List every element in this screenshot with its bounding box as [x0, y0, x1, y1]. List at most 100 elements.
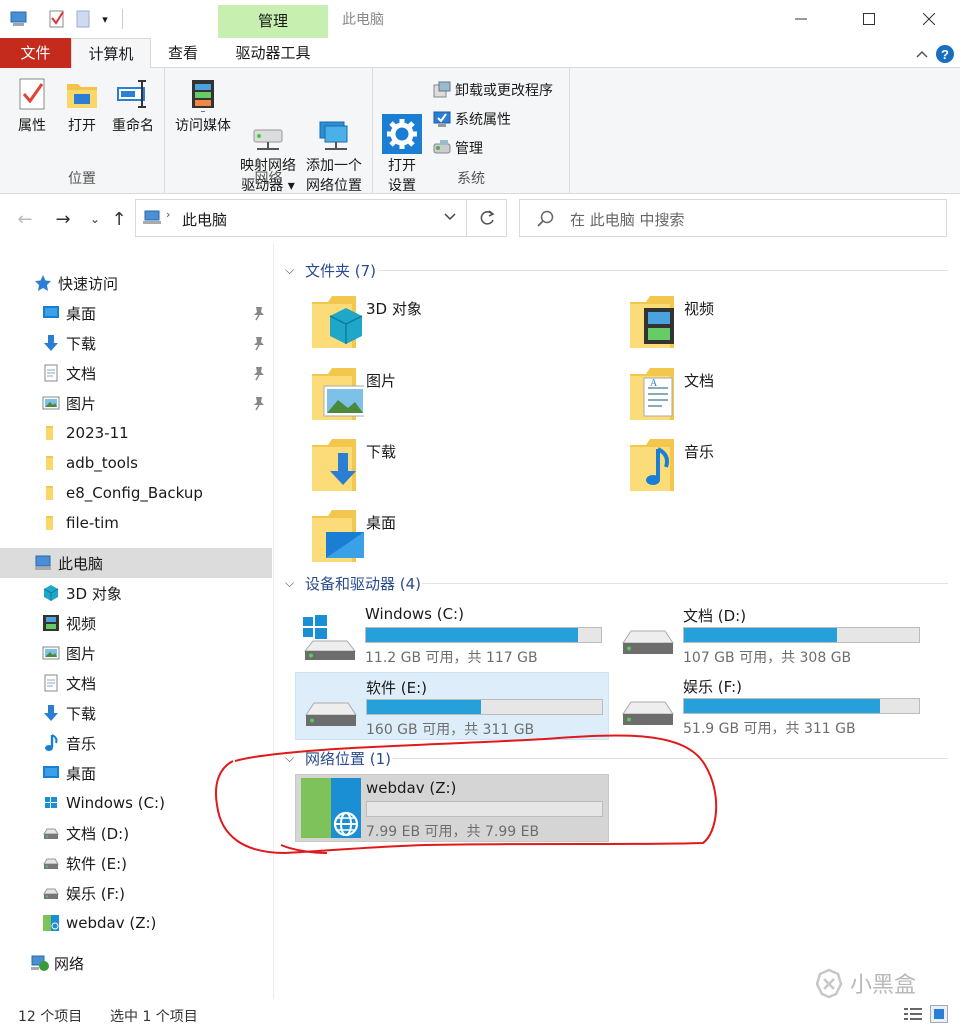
address-bar[interactable]: › 此电脑	[135, 199, 467, 237]
nav-quick-access[interactable]: 快速访问	[0, 268, 272, 298]
nav-label: e8_Config_Backup	[66, 484, 203, 502]
maximize-button[interactable]	[846, 0, 892, 38]
nav-this-pc[interactable]: 此电脑	[0, 548, 272, 578]
folder-downloads[interactable]: 下载	[300, 433, 600, 499]
large-icons-view-icon[interactable]	[930, 1005, 948, 1023]
breadcrumb-current[interactable]: 此电脑	[182, 209, 227, 230]
selection-count: 选中 1 个项目	[110, 1009, 198, 1025]
download-folder-icon	[308, 435, 364, 495]
nav-network[interactable]: 网络	[0, 948, 272, 978]
minimize-button[interactable]	[778, 0, 824, 38]
tab-file[interactable]: 文件	[0, 38, 71, 68]
pin-icon[interactable]	[252, 305, 266, 321]
system-properties-label: 系统属性	[455, 112, 511, 128]
nav-label: 桌面	[66, 764, 97, 783]
properties-label: 属性	[18, 118, 46, 134]
nav-quick-item-4[interactable]: 2023-11	[0, 418, 272, 448]
nav-label: 此电脑	[58, 554, 104, 573]
folder-desktop[interactable]: 桌面	[300, 504, 600, 570]
manage-button[interactable]: 管理	[433, 136, 483, 160]
xiaoheihe-logo-icon	[815, 968, 843, 998]
folder-documents[interactable]: A 文档	[618, 362, 918, 428]
nav-pc-item-2[interactable]: 图片	[0, 638, 272, 668]
manage-label: 管理	[455, 141, 483, 157]
drives-section-header[interactable]: ⌵ 设备和驱动器 (4)	[285, 572, 421, 594]
tab-drive-tools[interactable]: 驱动器工具	[219, 38, 327, 68]
picture-icon	[42, 394, 60, 412]
folder-label: 桌面	[366, 514, 397, 532]
computer-icon	[142, 210, 162, 226]
rename-button[interactable]: 重命名	[108, 74, 158, 136]
back-arrow-icon[interactable]: ←	[14, 208, 36, 230]
document-folder-icon: A	[626, 364, 682, 424]
nav-label: 桌面	[66, 304, 97, 323]
divider	[422, 583, 948, 584]
close-button[interactable]	[906, 0, 952, 38]
system-properties-button[interactable]: 系统属性	[433, 107, 511, 131]
drive-tile-1[interactable]: 文档 (D:) 107 GB 可用，共 308 GB	[613, 601, 927, 669]
drive-capacity: 11.2 GB 可用，共 117 GB	[365, 650, 538, 666]
drive-tile-0[interactable]: Windows (C:) 11.2 GB 可用，共 117 GB	[295, 601, 609, 669]
network-drive-icon	[42, 914, 60, 932]
properties-quick-icon[interactable]	[46, 8, 68, 30]
customize-toolbar-icon[interactable]: ▾	[94, 8, 116, 30]
folders-section-header[interactable]: ⌵ 文件夹 (7)	[285, 259, 376, 281]
desktop-icon	[42, 304, 60, 322]
nav-quick-item-6[interactable]: e8_Config_Backup	[0, 478, 272, 508]
forward-arrow-icon[interactable]: →	[52, 208, 74, 230]
nav-label: 娱乐 (F:)	[66, 884, 125, 903]
nav-quick-item-5[interactable]: adb_tools	[0, 448, 272, 478]
pin-icon[interactable]	[252, 365, 266, 381]
nav-pc-item-4[interactable]: 下载	[0, 698, 272, 728]
nav-label: 图片	[66, 644, 97, 663]
nav-quick-item-1[interactable]: 下载	[0, 328, 272, 358]
folder-pictures[interactable]: 图片	[300, 362, 600, 428]
help-icon[interactable]: ?	[935, 44, 955, 64]
rename-label: 重命名	[112, 118, 154, 134]
details-view-icon[interactable]	[904, 1007, 922, 1021]
picture-icon	[42, 644, 60, 662]
nav-pc-item-1[interactable]: 视频	[0, 608, 272, 638]
recent-locations-chevron-icon[interactable]: ⌄	[84, 208, 106, 230]
refresh-button[interactable]	[467, 199, 507, 237]
nav-pc-item-0[interactable]: 3D 对象	[0, 578, 272, 608]
pin-icon[interactable]	[252, 335, 266, 351]
search-input[interactable]: 在 此电脑 中搜索	[519, 199, 947, 237]
nav-quick-item-0[interactable]: 桌面	[0, 298, 272, 328]
windows-drive-icon	[42, 794, 60, 812]
access-media-button[interactable]: ▾ 访问媒体	[170, 74, 236, 136]
nav-quick-item-2[interactable]: 文档	[0, 358, 272, 388]
nav-quick-item-7[interactable]: file-tim	[0, 508, 272, 538]
nav-pc-item-11[interactable]: webdav (Z:)	[0, 908, 272, 938]
computer-icon	[8, 8, 30, 30]
tab-view[interactable]: 查看	[152, 38, 214, 68]
tab-manage[interactable]: 管理	[218, 5, 328, 38]
collapse-ribbon-icon[interactable]	[912, 44, 932, 64]
nav-label: Windows (C:)	[66, 794, 165, 812]
folder-3d-objects[interactable]: 3D 对象	[300, 290, 600, 356]
open-label: 打开	[68, 118, 96, 134]
properties-button[interactable]: 属性	[10, 74, 54, 136]
new-folder-quick-icon[interactable]	[72, 8, 94, 30]
nav-quick-item-3[interactable]: 图片	[0, 388, 272, 418]
folder-icon	[42, 484, 60, 502]
nav-label: 网络	[54, 954, 85, 973]
folder-videos[interactable]: 视频	[618, 290, 918, 356]
up-arrow-icon[interactable]: ↑	[108, 208, 130, 230]
address-dropdown-icon[interactable]	[444, 213, 456, 221]
nav-pc-item-10[interactable]: 娱乐 (F:)	[0, 878, 272, 908]
breadcrumb-separator-icon[interactable]: ›	[166, 208, 170, 221]
folder-label: 文档	[684, 372, 715, 390]
tab-computer[interactable]: 计算机	[71, 38, 151, 69]
search-icon	[536, 210, 554, 228]
open-button[interactable]: 打开	[60, 74, 104, 136]
chevron-down-icon: ⌵	[285, 575, 295, 590]
nav-pc-item-3[interactable]: 文档	[0, 668, 272, 698]
nav-label: 软件 (E:)	[66, 854, 128, 873]
nav-label: 2023-11	[66, 424, 129, 442]
uninstall-programs-button[interactable]: 卸载或更改程序	[433, 78, 553, 102]
ribbon: 属性 打开 重命名 位置 ▾ 访问媒体 映射网络 驱动器 ▾	[0, 68, 960, 194]
folder-music[interactable]: 音乐	[618, 433, 918, 499]
pin-icon[interactable]	[252, 395, 266, 411]
3d-objects-icon	[42, 584, 60, 602]
